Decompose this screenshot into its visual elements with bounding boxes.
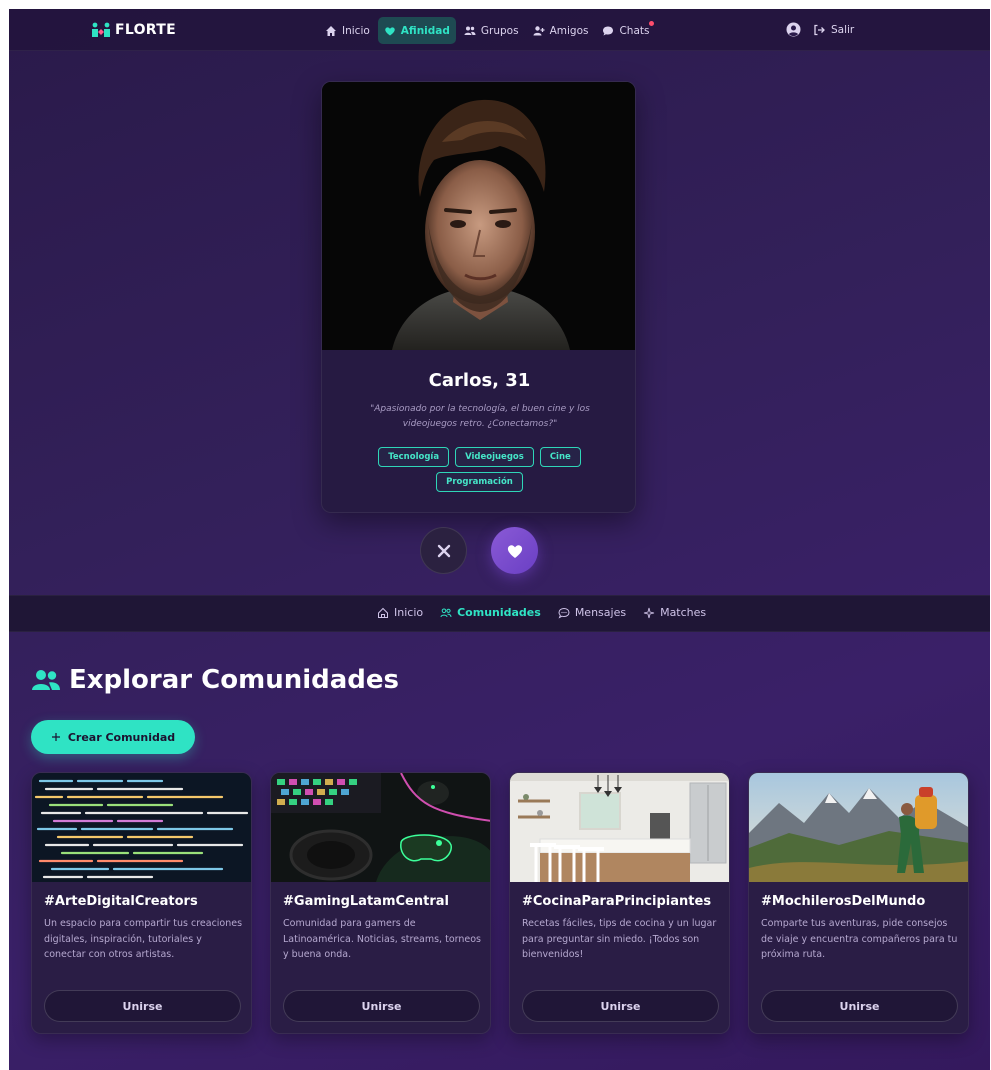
community-title: #GamingLatamCentral [283,894,449,909]
nav-grupos-label: Grupos [480,24,519,37]
sparkle-icon [643,607,655,618]
community-description: Recetas fáciles, tips de cocina y un lug… [522,918,717,960]
logout-button[interactable]: Salir [813,24,854,36]
heart-icon [507,544,522,558]
chat-notification-dot [649,21,655,26]
like-button[interactable] [491,527,538,574]
profile-bio: "Apasionado por la tecnología, el buen c… [370,404,590,429]
close-icon [437,544,450,557]
brand-name: FLORTE [115,22,176,38]
reject-button[interactable] [420,527,467,574]
subnav-comunidades[interactable]: Comunidades [440,606,541,619]
subnav-mensajes[interactable]: Mensajes [558,606,626,619]
profile-card[interactable]: Carlos, 31 "Apasionado por la tecnología… [321,81,636,513]
brand-logo[interactable]: FLORTE [91,20,176,40]
nav-amigos-label: Amigos [549,24,589,37]
subnav-inicio[interactable]: Inicio [377,606,423,619]
interest-tags: Tecnología Videojuegos Cine Programación [362,447,597,492]
nav-afinidad-label: Afinidad [400,24,450,37]
community-description: Comunidad para gamers de Latinoamérica. … [283,918,482,960]
people-icon [440,608,452,617]
tag-programacion: Programación [436,472,523,492]
user-avatar-icon[interactable] [786,22,801,37]
message-icon [558,607,570,619]
main-nav: Inicio Afinidad Grupos Amigos Chats [319,17,655,44]
subnav-comunidades-label: Comunidades [457,606,541,619]
community-title: #MochilerosDelMundo [761,894,926,909]
secondary-nav: Inicio Comunidades Mensajes Matches [9,595,990,632]
nav-afinidad[interactable]: Afinidad [377,17,456,44]
community-list: #ArteDigitalCreators Un espacio para com… [31,772,969,1034]
plus-icon [51,733,60,741]
nav-amigos[interactable]: Amigos [527,17,595,44]
profile-name: Carlos, 31 [428,370,531,391]
nav-chats-label: Chats [619,24,650,37]
join-button[interactable]: Unirse [44,990,241,1022]
create-community-button[interactable]: Crear Comunidad [31,720,195,754]
tag-tecnologia: Tecnología [378,447,450,467]
profile-photo [322,82,635,350]
subnav-mensajes-label: Mensajes [574,606,627,619]
app-frame: FLORTE Inicio Afinidad Grupos Amigos Cha… [9,9,990,1070]
create-community-label: Crear Comunidad [67,730,176,744]
join-button[interactable]: Unirse [522,990,719,1022]
join-button[interactable]: Unirse [761,990,958,1022]
community-card[interactable]: #CocinaParaPrincipiantes Recetas fáciles… [509,772,730,1034]
subnav-matches-label: Matches [660,606,707,619]
join-button[interactable]: Unirse [283,990,480,1022]
florte-logo-icon [92,22,110,37]
logout-icon [814,24,825,35]
subnav-inicio-label: Inicio [394,606,424,619]
users-icon [464,26,476,35]
nav-user-area: Salir [786,22,854,37]
community-image-gaming [271,773,490,882]
explore-title: Explorar Comunidades [31,665,399,695]
home-outline-icon [378,607,388,618]
community-image-mountains [749,773,968,882]
community-card[interactable]: #ArteDigitalCreators Un espacio para com… [31,772,252,1034]
home-icon [326,25,336,36]
community-card[interactable]: #MochilerosDelMundo Comparte tus aventur… [748,772,969,1034]
nav-chats[interactable]: Chats [596,17,655,44]
nav-grupos[interactable]: Grupos [458,17,525,44]
community-card[interactable]: #GamingLatamCentral Comunidad para gamer… [270,772,491,1034]
community-image-kitchen [510,773,729,882]
chat-bubble-icon [603,26,614,35]
logout-label: Salir [831,23,855,36]
community-description: Comparte tus aventuras, pide consejos de… [761,918,958,960]
nav-inicio[interactable]: Inicio [319,17,376,44]
community-description: Un espacio para compartir tus creaciones… [44,918,243,960]
explore-title-text: Explorar Comunidades [69,665,400,695]
nav-inicio-label: Inicio [342,24,370,37]
top-navbar: FLORTE Inicio Afinidad Grupos Amigos Cha… [9,9,990,51]
subnav-matches[interactable]: Matches [643,606,706,619]
community-image-code [32,773,251,882]
people-icon [32,670,60,690]
heart-icon [385,26,395,35]
user-plus-icon [533,25,545,35]
tag-videojuegos: Videojuegos [455,447,534,467]
swipe-actions [420,527,538,574]
community-title: #CocinaParaPrincipiantes [522,894,712,909]
tag-cine: Cine [539,447,581,467]
community-title: #ArteDigitalCreators [44,894,198,909]
